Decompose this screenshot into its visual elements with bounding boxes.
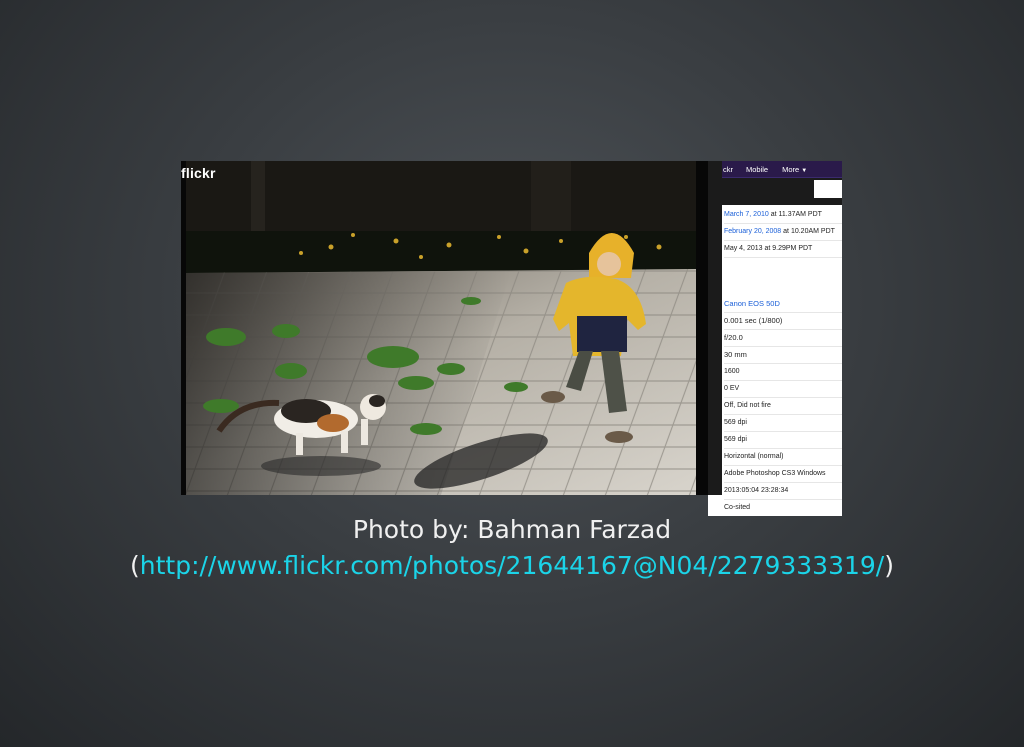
photo-caption: Photo by: Bahman Farzad (http://www.flic… [0, 512, 1024, 584]
date-taken-link: March 7, 2010 [724, 211, 769, 218]
photo-image [181, 161, 708, 495]
date-uploaded-time: at 10.20AM PDT [783, 228, 835, 235]
photo-source-line: (http://www.flickr.com/photos/21644167@N… [0, 548, 1024, 584]
open-paren: ( [130, 551, 140, 580]
date-uploaded-link: February 20, 2008 [724, 228, 782, 235]
exif-exposure: 0.001 sec (1/800) [724, 313, 842, 330]
nav-more-label: More [782, 164, 800, 174]
exif-software: Adobe Photoshop CS3 Windows [724, 466, 842, 483]
search-box [814, 180, 842, 198]
nav-item-flickr: ckr [723, 164, 733, 174]
nav-item-mobile: Mobile [746, 164, 769, 174]
date-modified: May 4, 2013 at 9.29PM PDT [724, 241, 842, 258]
photo: flickr [181, 161, 708, 495]
date-uploaded: February 20, 2008 at 10.20AM PDT [724, 224, 842, 241]
exif-exposure-bias: 0 EV [724, 381, 842, 398]
date-taken: March 7, 2010 at 11.37AM PDT [724, 207, 842, 224]
date-modified-text: May 4, 2013 at 9.29PM PDT [724, 245, 813, 252]
exif-y-resolution: 569 dpi [724, 432, 842, 449]
exif-flash: Off, Did not fire [724, 398, 842, 415]
exif-date-time: 2013:05:04 23:28:34 [724, 483, 842, 500]
exif-aperture: f/20.0 [724, 330, 842, 347]
panel-toolbar [708, 178, 842, 206]
camera-model: Canon EOS 50D [724, 296, 842, 313]
photo-source-link[interactable]: http://www.flickr.com/photos/21644167@N0… [140, 551, 884, 580]
exif-x-resolution: 569 dpi [724, 415, 842, 432]
photo-credit: Photo by: Bahman Farzad [352, 515, 672, 544]
exif-iso: 1600 [724, 364, 842, 381]
photo-info-panel: ckr Mobile More ▼ March 7, 2010 at 11.37A… [708, 161, 842, 516]
flickr-logo: flickr [181, 165, 216, 181]
date-taken-time: at 11.37AM PDT [770, 211, 822, 218]
nav-item-more: More ▼ [782, 165, 807, 174]
photo-details: March 7, 2010 at 11.37AM PDT February 20… [708, 205, 842, 516]
exif-orientation: Horizontal (normal) [724, 449, 842, 466]
panel-divider [708, 161, 722, 495]
flickr-screenshot: flickr ckr Mobile More ▼ March 7, 2010 at… [181, 161, 842, 516]
camera-model-link: Canon EOS 50D [724, 299, 780, 308]
close-paren: ) [884, 551, 894, 580]
exif-focal-length: 30 mm [724, 347, 842, 364]
chevron-down-icon: ▼ [801, 167, 808, 174]
flickr-nav-bar: ckr Mobile More ▼ [708, 161, 842, 178]
